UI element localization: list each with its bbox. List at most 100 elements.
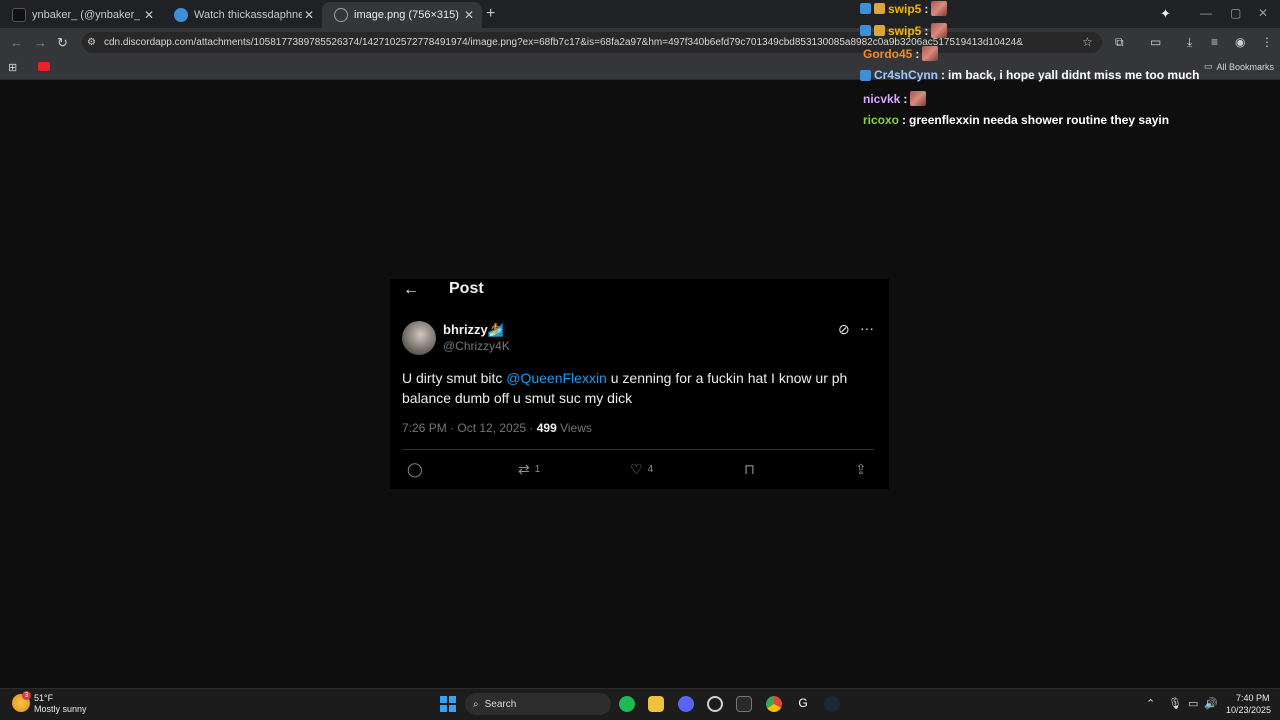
download-icon[interactable]: ⤓: [1187, 35, 1192, 50]
close-icon[interactable]: ✕: [464, 8, 474, 22]
repost-icon: ⇄: [518, 461, 530, 477]
site-info-icon[interactable]: ⚙: [87, 37, 96, 48]
weather-description[interactable]: Mostly sunny: [34, 704, 87, 714]
post-timestamp[interactable]: 7:26 PM · Oct 12, 2025 ·: [402, 421, 537, 435]
repost-button[interactable]: ⇄ 1: [518, 461, 540, 478]
all-bookmarks[interactable]: ▭ All Bookmarks: [1204, 61, 1274, 72]
post-meta: 7:26 PM · Oct 12, 2025 · 499 Views: [402, 421, 592, 435]
chat-line: swip5:: [860, 1, 948, 16]
start-button[interactable]: [440, 696, 456, 712]
epic-games-icon[interactable]: [736, 696, 752, 712]
chat-user: Gordo45: [863, 46, 913, 61]
folder-icon: ▭: [1204, 61, 1213, 71]
heart-icon: ♡: [630, 461, 643, 477]
steam-icon[interactable]: [824, 696, 840, 712]
avatar[interactable]: [402, 321, 436, 355]
bookmark-icon: ⊓: [744, 461, 755, 477]
like-button[interactable]: ♡ 4: [630, 461, 653, 478]
share-button[interactable]: ⇪: [855, 461, 867, 478]
post-text: U dirty smut bitc @QueenFlexxin u zennin…: [402, 368, 872, 408]
maximize-icon[interactable]: ▢: [1230, 6, 1241, 20]
volume-icon[interactable]: 🔊: [1204, 697, 1218, 710]
microphone-icon[interactable]: 🎙: [1168, 697, 1182, 710]
chrome-icon[interactable]: [766, 696, 782, 712]
emote-icon: [931, 23, 948, 38]
chat-line: Cr4shCynn: im back, i hope yall didnt mi…: [860, 68, 1199, 82]
tab-label: ynbaker_ (@ynbaker_) | TikTok: [32, 9, 140, 21]
menu-icon[interactable]: ⋮: [1261, 35, 1273, 49]
stream-icon: [174, 8, 188, 22]
emote-icon: [910, 91, 927, 106]
reload-icon[interactable]: ↻: [57, 35, 68, 51]
mention-link[interactable]: @QueenFlexxin: [506, 370, 607, 386]
back-icon[interactable]: ←: [10, 35, 23, 50]
tab-stream[interactable]: Watch thickassdaphne | Stream ✕: [162, 2, 322, 28]
tab-label: Watch thickassdaphne | Stream: [194, 9, 302, 21]
badge-icon: [860, 25, 871, 36]
chat-line: swip5:: [860, 23, 948, 38]
back-arrow-icon[interactable]: ←: [403, 281, 419, 299]
youtube-icon[interactable]: [38, 62, 50, 71]
chat-message: greenflexxin needa shower routine they s…: [909, 113, 1170, 127]
display-name[interactable]: bhrizzy🏄: [443, 322, 504, 338]
minimize-icon[interactable]: —: [1200, 6, 1212, 20]
crown-icon: [874, 3, 885, 14]
display-icon[interactable]: ▭: [1188, 697, 1198, 710]
discord-icon[interactable]: [678, 696, 694, 712]
weather-temp[interactable]: 51°F: [34, 693, 53, 703]
taskbar-search[interactable]: ⌕ Search: [465, 693, 611, 715]
chat-user: Cr4shCynn: [874, 68, 939, 82]
emote-icon: [922, 46, 939, 61]
extensions-icon[interactable]: ⧉: [1115, 35, 1124, 50]
user-handle[interactable]: @Chrizzy4K: [443, 339, 510, 353]
gemini-icon[interactable]: ✦: [1160, 6, 1171, 22]
apps-icon[interactable]: ⊞: [8, 61, 17, 74]
all-bookmarks-label: All Bookmarks: [1216, 61, 1275, 72]
g-hub-icon[interactable]: G: [795, 696, 811, 712]
reply-icon: ◯: [407, 461, 423, 477]
clock-time[interactable]: 7:40 PM: [1236, 693, 1270, 703]
views-count: 499: [536, 421, 557, 435]
file-explorer-icon[interactable]: [648, 696, 664, 712]
forward-icon[interactable]: →: [34, 35, 47, 50]
profile-icon[interactable]: ◉: [1235, 35, 1245, 49]
like-count: 4: [647, 464, 654, 475]
post-text-start: U dirty smut bitc: [402, 370, 507, 386]
close-icon[interactable]: ✕: [304, 8, 314, 22]
reading-list-icon[interactable]: ≡: [1211, 35, 1218, 49]
divider: [402, 449, 874, 450]
close-window-icon[interactable]: ✕: [1258, 6, 1268, 20]
tiktok-icon: [12, 8, 26, 22]
crown-icon: [874, 25, 885, 36]
app-icon[interactable]: [707, 696, 723, 712]
bookmark-button[interactable]: ⊓: [744, 461, 755, 478]
chat-user: swip5: [888, 23, 922, 38]
taskbar: [0, 688, 1280, 720]
page-title: Post: [449, 280, 484, 297]
chevron-up-icon[interactable]: ⌃: [1146, 697, 1155, 710]
badge-icon: [860, 3, 871, 14]
close-icon[interactable]: ✕: [144, 8, 154, 22]
reply-button[interactable]: ◯: [407, 461, 423, 478]
chat-line: nicvkk:: [863, 91, 927, 106]
repost-count: 1: [534, 464, 541, 475]
chat-user: nicvkk: [863, 91, 901, 106]
chat-line: Gordo45:: [863, 46, 939, 61]
more-options-icon[interactable]: ···: [860, 320, 874, 336]
tab-label: image.png (756×315): [354, 9, 459, 21]
grok-icon[interactable]: ⊘: [838, 321, 850, 338]
clock-date[interactable]: 10/23/2025: [1226, 705, 1271, 715]
weather-badge: 3: [22, 691, 31, 700]
emote-icon: [931, 1, 948, 16]
new-tab-button[interactable]: +: [486, 5, 495, 23]
search-label: Search: [484, 698, 517, 710]
tab-image[interactable]: image.png (756×315) ✕: [322, 2, 482, 28]
cast-icon[interactable]: ▭: [1150, 35, 1161, 49]
tab-tiktok[interactable]: ynbaker_ (@ynbaker_) | TikTok ✕: [0, 2, 162, 28]
chat-user: swip5: [888, 1, 922, 16]
spotify-icon[interactable]: [619, 696, 635, 712]
chat-user: ricoxo: [863, 113, 900, 127]
bookmark-star-icon[interactable]: ☆: [1082, 35, 1093, 49]
globe-icon: [334, 8, 348, 22]
share-icon: ⇪: [855, 461, 867, 477]
